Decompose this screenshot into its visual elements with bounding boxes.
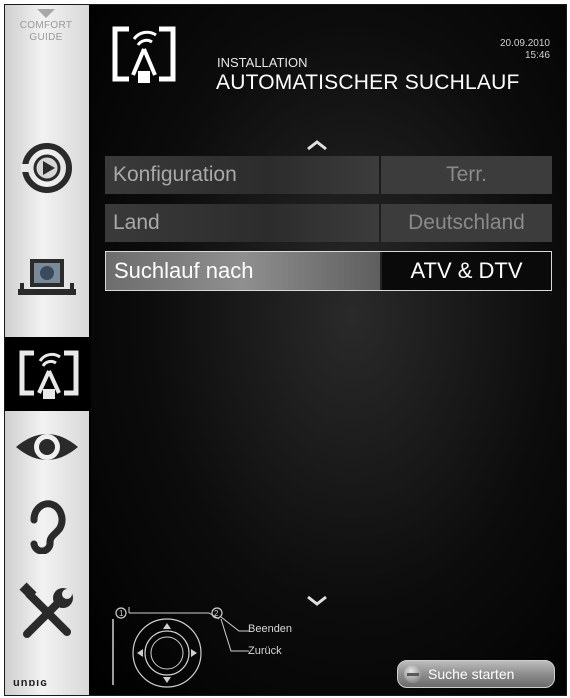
installation-antenna-icon: [112, 26, 176, 83]
source-icon: [21, 143, 72, 193]
tools-icon: [19, 582, 73, 638]
setting-label: Suchlauf nach: [106, 252, 380, 290]
setting-row-search-type[interactable]: Suchlauf nach ATV & DTV: [105, 251, 552, 291]
sidebar-item-source[interactable]: [5, 131, 89, 205]
date-text: 20.09.2010: [499, 38, 550, 49]
setting-value[interactable]: ATV & DTV: [382, 252, 551, 290]
svg-text:2: 2: [214, 609, 219, 618]
exit-hint: Beenden: [248, 623, 293, 635]
setting-row-configuration[interactable]: Konfiguration Terr.: [105, 156, 552, 194]
sidebar-item-eye[interactable]: [5, 410, 89, 484]
datetime: 20.09.2010 15:46: [500, 38, 550, 62]
time-text: 15:46: [524, 50, 550, 61]
chevron-up-icon[interactable]: [306, 139, 328, 151]
setting-label: Land: [105, 204, 379, 242]
remote-navigation-icon: 1 2: [112, 607, 249, 688]
tv-globe-icon: [18, 259, 76, 295]
back-hint: Zurück: [248, 645, 282, 657]
main-panel: 20.09.2010 15:46 INSTALLATION AUTOMATISC…: [91, 5, 566, 695]
start-search-label: Suche starten: [428, 666, 515, 682]
brand-logo: unɒıɢ: [13, 677, 48, 689]
svg-text:1: 1: [119, 609, 124, 618]
sidebar-item-installation[interactable]: [5, 337, 93, 411]
setting-label: Konfiguration: [105, 156, 379, 194]
comfort-guide-label: COMFORT GUIDE: [19, 20, 73, 43]
screen-frame: COMFORT GUIDE unɒıɢ 20.09.2010 15:46 INS…: [4, 4, 567, 696]
eye-icon: [16, 434, 78, 460]
red-button-icon: [404, 665, 422, 683]
page-title: AUTOMATISCHER SUCHLAUF: [216, 71, 520, 94]
sidebar-item-sound[interactable]: [5, 489, 89, 563]
triangle-down-icon: [37, 9, 55, 18]
comfort-guide-button[interactable]: COMFORT GUIDE: [11, 9, 81, 44]
chevron-down-icon[interactable]: [306, 595, 328, 607]
ear-icon: [30, 500, 66, 554]
setting-value[interactable]: Deutschland: [381, 204, 552, 242]
setting-row-country[interactable]: Land Deutschland: [105, 204, 552, 242]
sidebar-item-tools[interactable]: [5, 577, 89, 651]
sidebar: COMFORT GUIDE unɒıɢ: [5, 5, 93, 695]
setting-value[interactable]: Terr.: [381, 156, 552, 194]
page-subtitle: INSTALLATION: [217, 55, 308, 70]
installation-antenna-icon: [19, 350, 79, 399]
sidebar-item-picture[interactable]: [5, 241, 89, 315]
start-search-button[interactable]: Suche starten: [397, 660, 555, 688]
